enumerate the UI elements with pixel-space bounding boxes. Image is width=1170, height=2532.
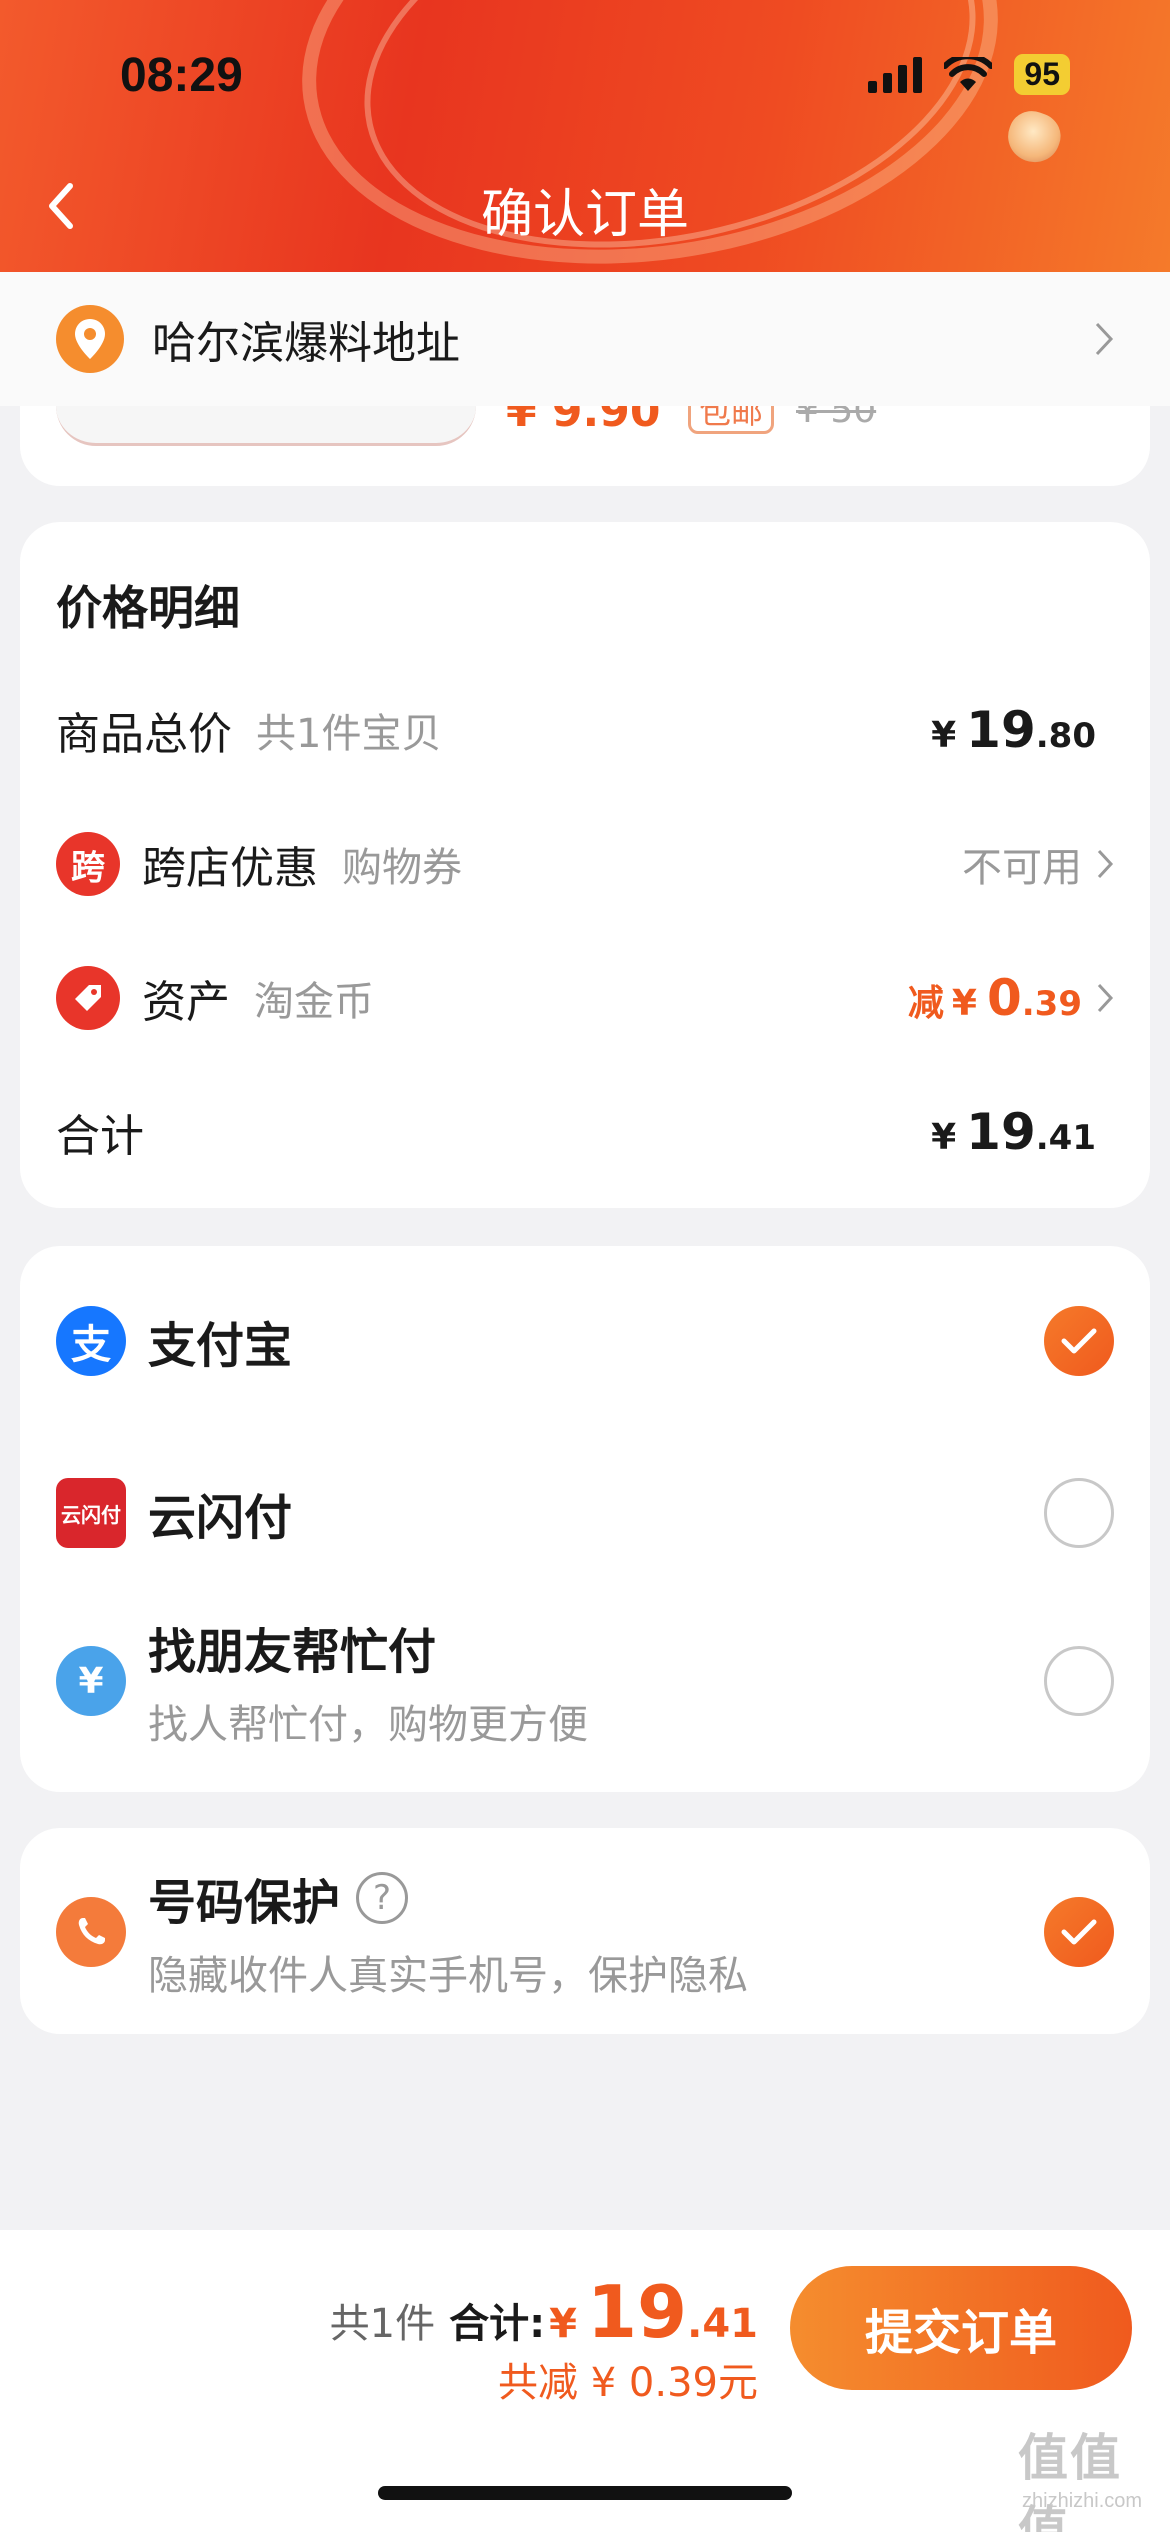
status-time: 08:29 [120,49,243,102]
product-price: ¥ 9.90 [506,406,661,437]
price-detail-card: 价格明细 商品总价 共1件宝贝 ¥ 19 .80 跨 跨店优惠 购物券 不可用 … [20,522,1150,1208]
submit-order-button[interactable]: 提交订单 [790,2266,1132,2390]
taojinbi-label: 淘金币 [254,979,374,1025]
unionpay-radio[interactable] [1044,1478,1114,1548]
cross-store-discount-row[interactable]: 跨 跨店优惠 购物券 不可用 [56,824,1114,904]
checkmark-icon [1061,1919,1097,1945]
alipay-label: 支付宝 [148,1318,293,1374]
alipay-icon: 支 [56,1306,126,1376]
signal-icon [868,56,923,93]
currency-symbol: ¥ [931,1117,957,1158]
chevron-right-icon [1097,849,1114,879]
status-indicators: 95 [868,54,1070,95]
alipay-radio[interactable] [1044,1306,1114,1376]
location-pin-icon [56,305,124,373]
payment-option-friend-pay[interactable]: ¥ 找朋友帮忙付 找人帮忙付，购物更方便 [56,1616,1114,1748]
page-title: 确认订单 [480,185,689,245]
items-total-value: ¥ 19 .80 [931,701,1096,759]
payment-option-alipay[interactable]: 支 支付宝 [56,1296,1114,1386]
total-value: ¥ 19 .41 [931,1103,1096,1161]
address-text: 哈尔滨爆料地址 [152,318,460,369]
help-icon[interactable]: ? [356,1872,409,1924]
order-total: 共1件 合计: ¥ 19 .41 [330,2270,758,2354]
number-protection-card: 号码保护 ? 隐藏收件人真实手机号，保护隐私 [20,1828,1150,2034]
minus-label: 减 [907,983,944,1024]
amount-integer: 19 [966,1103,1036,1161]
items-count-label: 共1件宝贝 [256,711,442,757]
watermark-logo: 值值值 [1018,2430,1122,2532]
friend-pay-label: 找朋友帮忙付 [148,1624,437,1680]
cross-store-icon: 跨 [56,832,120,896]
payment-option-unionpay[interactable]: 云闪付 云闪付 [56,1468,1114,1558]
home-indicator [378,2486,792,2500]
item-count: 共1件 [329,2301,436,2347]
friend-pay-radio[interactable] [1044,1646,1114,1716]
number-protection-toggle[interactable] [1044,1897,1114,1967]
items-total-row: 商品总价 共1件宝贝 ¥ 19 .80 [56,690,1114,770]
items-total-label: 商品总价 [56,709,232,760]
tag-icon [56,966,120,1030]
assets-discount-value: 减 ¥ 0 .39 [908,969,1114,1027]
cross-store-value: 不可用 [962,835,1114,893]
amount-decimal: .80 [1035,716,1096,756]
payment-method-card: 支 支付宝 云闪付 云闪付 ¥ 找朋友帮忙付 找人帮忙付，购物更方便 [20,1246,1150,1792]
amount-integer: 0 [986,969,1022,1027]
currency-symbol: ¥ [951,983,977,1024]
cross-store-label: 跨店优惠 [142,843,318,894]
product-card-peek[interactable]: ¥ 9.90 包邮 ¥ 50 [20,406,1150,486]
chevron-right-icon [1095,322,1114,356]
number-protection-row[interactable]: 号码保护 ? 隐藏收件人真实手机号，保护隐私 [56,1862,1114,2002]
coupon-label: 购物券 [342,845,462,891]
currency-symbol: ¥ [931,715,957,756]
total-label: 合计 [56,1111,144,1162]
assets-row[interactable]: 资产 淘金币 减 ¥ 0 .39 [56,958,1114,1038]
friend-pay-desc: 找人帮忙付，购物更方便 [148,1702,588,1748]
unionpay-label: 云闪付 [148,1490,293,1546]
watermark-url: zhizhizhi.com [1022,2490,1143,2512]
lantern-icon [1001,104,1067,170]
number-protection-title-wrap: 号码保护 ? [148,1863,748,1933]
original-price: ¥ 50 [796,406,877,431]
unionpay-icon: 云闪付 [56,1478,126,1548]
number-protection-title: 号码保护 [148,1875,341,1931]
total-decimal: .41 [687,2301,758,2347]
number-protection-desc: 隐藏收件人真实手机号，保护隐私 [148,1953,748,1999]
chevron-right-icon [1097,983,1114,1013]
unavailable-text: 不可用 [962,845,1082,891]
phone-shield-icon [56,1897,126,1967]
friend-pay-icon: ¥ [56,1646,126,1716]
total-integer: 19 [586,2270,688,2354]
total-label: 合计: [449,2301,546,2347]
number-protection-text: 号码保护 ? 隐藏收件人真实手机号，保护隐私 [148,1863,748,2001]
assets-label: 资产 [142,977,230,1028]
friend-pay-text: 找朋友帮忙付 找人帮忙付，购物更方便 [148,1612,588,1750]
amount-integer: 19 [966,701,1036,759]
price-detail-title: 价格明细 [56,581,240,635]
free-shipping-badge: 包邮 [688,406,775,434]
product-image [56,406,476,446]
currency-symbol: ¥ [549,2301,577,2347]
battery-indicator: 95 [1014,54,1070,95]
total-row: 合计 ¥ 19 .41 [56,1092,1114,1172]
amount-decimal: .39 [1021,984,1082,1024]
total-discount: 共减 ¥ 0.39元 [498,2360,758,2406]
header-bar: 08:29 95 确认订单 [0,0,1170,272]
address-selector[interactable]: 哈尔滨爆料地址 [0,272,1170,406]
amount-decimal: .41 [1035,1118,1096,1158]
checkmark-icon [1061,1328,1097,1354]
wifi-icon [944,56,993,91]
